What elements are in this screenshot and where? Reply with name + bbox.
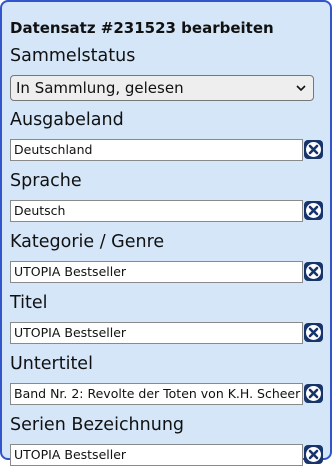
language-input[interactable]: Deutsch — [10, 200, 303, 222]
field-label-category: Kategorie / Genre — [10, 232, 165, 252]
clear-category-button[interactable] — [304, 262, 323, 281]
category-input[interactable]: UTOPIA Bestseller — [10, 261, 303, 283]
country-input[interactable]: Deutschland — [10, 139, 303, 161]
clear-subtitle-button[interactable] — [304, 384, 323, 403]
series-input[interactable]: UTOPIA Bestseller — [10, 444, 303, 466]
collection-status-select[interactable]: In Sammlung, gelesen — [10, 75, 314, 101]
close-icon — [306, 264, 321, 279]
close-icon — [306, 325, 321, 340]
subtitle-input[interactable]: Band Nr. 2: Revolte der Toten von K.H. S… — [10, 383, 303, 405]
edit-record-panel: Datensatz #231523 bearbeiten Sammelstatu… — [0, 0, 332, 466]
chevron-down-icon — [296, 85, 306, 92]
clear-language-button[interactable] — [304, 201, 323, 220]
close-icon — [306, 447, 321, 462]
close-icon — [306, 142, 321, 157]
title-input[interactable]: UTOPIA Bestseller — [10, 322, 303, 344]
field-label-country: Ausgabeland — [10, 110, 124, 130]
field-label-series: Serien Bezeichnung — [10, 415, 185, 435]
clear-series-button[interactable] — [304, 445, 323, 464]
clear-country-button[interactable] — [304, 140, 323, 159]
field-label-language: Sprache — [10, 171, 82, 191]
field-label-title: Titel — [10, 293, 48, 313]
collection-status-value: In Sammlung, gelesen — [16, 79, 184, 97]
field-label-subtitle: Untertitel — [10, 354, 93, 374]
close-icon — [306, 386, 321, 401]
page-title: Datensatz #231523 bearbeiten — [10, 19, 274, 37]
clear-title-button[interactable] — [304, 323, 323, 342]
collection-status-label: Sammelstatus — [10, 46, 136, 66]
close-icon — [306, 203, 321, 218]
